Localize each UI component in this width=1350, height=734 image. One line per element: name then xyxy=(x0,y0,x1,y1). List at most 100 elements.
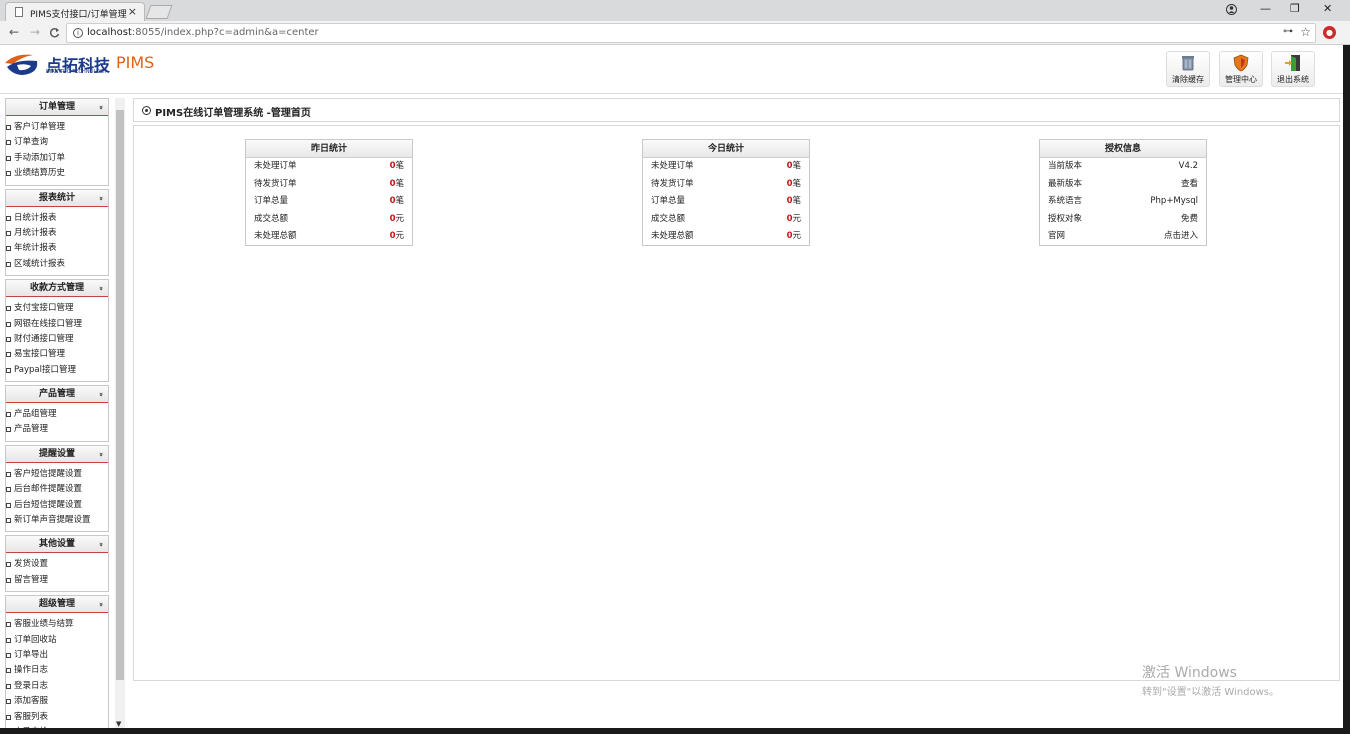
sidebar-group: 超级管理»客服业绩与结算订单回收站订单导出操作日志登录日志添加客服客服列表木马自… xyxy=(5,595,109,730)
sidebar-item[interactable]: 年统计报表 xyxy=(6,241,108,256)
extension-icon[interactable]: ● xyxy=(1323,26,1336,39)
sidebar-item[interactable]: 网银在线接口管理 xyxy=(6,317,108,332)
stat-row: 官网 点击进入 xyxy=(1040,228,1206,246)
sidebar-item-label: 客户订单管理 xyxy=(14,122,66,132)
collapse-arrow-icon[interactable]: » xyxy=(92,105,109,110)
scroll-down-icon[interactable]: ▼ xyxy=(116,720,121,728)
stat-label: 待发货订单 xyxy=(651,178,694,189)
stat-row: 未处理订单 0笔 xyxy=(643,158,809,176)
close-window-button[interactable]: ✕ xyxy=(1323,2,1332,15)
stat-unit: 元 xyxy=(792,231,801,241)
sidebar-item[interactable]: Paypal接口管理 xyxy=(6,363,108,378)
sidebar-item-label: 留言管理 xyxy=(14,574,49,585)
sidebar-group-title: 报表统计 xyxy=(38,192,75,203)
browser-toolbar: ← → i localhost:8055/index.php?c=admin&a… xyxy=(0,21,1350,45)
sidebar-group-header[interactable]: 提醒设置 » xyxy=(6,445,109,463)
address-bar[interactable]: i localhost:8055/index.php?c=admin&a=cen… xyxy=(66,23,1316,43)
sidebar-item[interactable]: 订单导出 xyxy=(6,648,108,663)
sidebar-item[interactable]: 支付宝接口管理 xyxy=(6,301,108,316)
sidebar-item[interactable]: 登录日志 xyxy=(6,679,108,694)
minimize-button[interactable]: — xyxy=(1260,2,1271,15)
square-bullet-icon xyxy=(6,125,11,130)
profile-icon[interactable] xyxy=(1226,4,1237,15)
stat-row: 最新版本 查看 xyxy=(1040,176,1206,194)
restore-button[interactable]: ❐ xyxy=(1290,2,1300,15)
clear-cache-button[interactable]: 清除缓存 xyxy=(1166,51,1210,87)
logout-button[interactable]: 退出系统 xyxy=(1271,51,1315,87)
square-bullet-icon xyxy=(6,714,11,720)
breadcrumb: PIMS在线订单管理系统 -管理首页 xyxy=(133,98,1340,122)
stat-value: 0笔 xyxy=(787,193,801,211)
url-text[interactable]: localhost:8055/index.php?c=admin&a=cente… xyxy=(87,27,319,38)
sidebar-item[interactable]: 产品组管理 xyxy=(6,407,108,422)
sidebar-group-header[interactable]: 其他设置 » xyxy=(6,536,109,554)
square-bullet-icon xyxy=(6,246,11,252)
license-value: 免费 xyxy=(1180,213,1198,224)
sidebar-item-label: 产品组管理 xyxy=(14,409,57,420)
windows-activation-watermark: 激活 Windows 转到"设置"以激活 Windows。 xyxy=(1142,662,1279,698)
sidebar-item[interactable]: 产品管理 xyxy=(6,422,108,437)
sidebar-item[interactable]: 订单回收站 xyxy=(6,633,108,648)
collapse-arrow-icon[interactable]: » xyxy=(92,452,109,457)
sidebar-item[interactable]: 留言管理 xyxy=(6,573,108,588)
sidebar-group-title: 产品管理 xyxy=(38,389,75,400)
stat-label: 未处理订单 xyxy=(254,161,297,171)
square-bullet-icon xyxy=(6,140,11,146)
sidebar-item[interactable]: 客户订单管理 xyxy=(6,120,108,135)
license-value[interactable]: 查看 xyxy=(1181,176,1198,194)
sidebar-item[interactable]: 添加客服 xyxy=(6,694,108,709)
scrollbar-thumb[interactable] xyxy=(116,110,124,680)
sidebar-item[interactable]: 易宝接口管理 xyxy=(6,347,108,362)
sidebar-item-label: 登录日志 xyxy=(14,680,49,691)
collapse-arrow-icon[interactable]: » xyxy=(92,392,109,397)
license-value[interactable]: 点击进入 xyxy=(1164,228,1198,246)
sidebar-group-header[interactable]: 产品管理 » xyxy=(6,386,109,404)
sidebar-item[interactable]: 后台邮件提醒设置 xyxy=(6,482,108,497)
sidebar-group-header[interactable]: 报表统计 » xyxy=(6,189,109,207)
sidebar-item-label: 月统计报表 xyxy=(14,227,57,238)
sidebar-item[interactable]: 新订单声音提醒设置 xyxy=(6,513,108,528)
sidebar-item[interactable]: 日统计报表 xyxy=(6,211,108,226)
site-info-icon[interactable]: i xyxy=(73,28,83,38)
sidebar-item[interactable]: 客户短信提醒设置 xyxy=(6,467,108,482)
sidebar-item[interactable]: 业绩结算历史 xyxy=(6,166,108,181)
stat-unit: 元 xyxy=(395,213,404,224)
sidebar-group-header[interactable]: 收款方式管理 » xyxy=(6,280,109,298)
logo-text-pims: PIMS xyxy=(116,53,155,72)
collapse-arrow-icon[interactable]: » xyxy=(92,602,109,607)
browser-tab-bar: PIMS支付接口/订单管理 × — ❐ ✕ xyxy=(0,0,1350,21)
browser-tab[interactable]: PIMS支付接口/订单管理 × xyxy=(5,2,145,21)
sidebar-item[interactable]: 手动添加订单 xyxy=(6,151,108,166)
reload-icon[interactable] xyxy=(49,27,60,38)
password-key-icon[interactable]: ⊶ xyxy=(1283,26,1293,37)
new-tab-button[interactable] xyxy=(145,5,173,19)
sidebar-item[interactable]: 财付通接口管理 xyxy=(6,332,108,347)
square-bullet-icon xyxy=(6,562,11,568)
collapse-arrow-icon[interactable]: » xyxy=(92,543,109,548)
tab-close-icon[interactable]: × xyxy=(128,5,137,18)
sidebar-item[interactable]: 区域统计报表 xyxy=(6,257,108,272)
sidebar-item[interactable]: 订单查询 xyxy=(6,135,108,150)
sidebar-item[interactable]: 客服列表 xyxy=(6,710,108,725)
square-bullet-icon xyxy=(6,652,11,658)
sidebar-item-label: 网银在线接口管理 xyxy=(14,318,83,329)
stat-label: 系统语言 xyxy=(1048,196,1083,206)
sidebar-item[interactable]: 客服业绩与结算 xyxy=(6,617,108,632)
sidebar-group-header[interactable]: 超级管理 » xyxy=(6,596,109,614)
admin-center-button[interactable]: 管理中心 xyxy=(1219,51,1263,87)
square-bullet-icon xyxy=(6,261,11,267)
sidebar-item[interactable]: 操作日志 xyxy=(6,663,108,678)
collapse-arrow-icon[interactable]: » xyxy=(92,196,109,201)
back-button[interactable]: ← xyxy=(9,25,19,39)
bookmark-star-icon[interactable]: ☆ xyxy=(1300,25,1311,39)
sidebar-item[interactable]: 后台短信提醒设置 xyxy=(6,498,108,513)
stat-value: 0元 xyxy=(390,228,404,246)
collapse-arrow-icon[interactable]: » xyxy=(92,286,109,291)
sidebar-item[interactable]: 月统计报表 xyxy=(6,226,108,241)
sidebar-scrollbar[interactable]: ▼ xyxy=(115,98,125,730)
sidebar-item[interactable]: 发货设置 xyxy=(6,557,108,572)
stat-row: 未处理总额 0元 xyxy=(643,228,809,246)
sidebar-group-header[interactable]: 订单管理 » xyxy=(6,99,108,116)
square-bullet-icon xyxy=(6,336,11,342)
forward-button[interactable]: → xyxy=(30,25,40,39)
